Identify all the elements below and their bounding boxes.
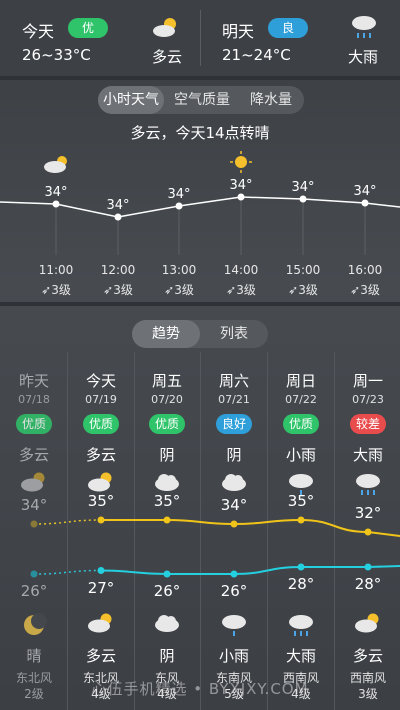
hour-temp-label: 34° — [44, 185, 67, 200]
high-temp-line — [101, 518, 400, 537]
forecast-tabs: 趋势 列表 — [132, 320, 268, 348]
hour-temp-point — [52, 200, 60, 208]
high-past-line — [33, 519, 102, 525]
tomorrow-aq-badge: 良 — [268, 18, 308, 38]
hour-wind-level: 3级 — [236, 283, 256, 297]
wind-direction-icon: ➶ — [350, 283, 361, 297]
hourly-summary: 多云，今天14点转晴 — [130, 124, 270, 142]
today-weather: 多云 — [152, 48, 183, 66]
sunny-hour-icon — [230, 151, 252, 173]
heavy-rain-icon — [350, 14, 378, 44]
tomorrow-range: 21~24°C — [222, 46, 291, 64]
wind-direction-icon: ➶ — [103, 283, 114, 297]
hourly-temp-line — [0, 196, 400, 218]
wind-direction-icon: ➶ — [41, 283, 52, 297]
hour-time-label: 15:00 — [285, 263, 321, 277]
low-temp-point — [230, 570, 238, 578]
hour-temp-point — [175, 202, 183, 210]
tab-list[interactable]: 列表 — [200, 320, 268, 348]
hourly-tabs: 小时天气 空气质量 降水量 — [98, 86, 304, 114]
hour-time-label: 16:00 — [347, 263, 383, 277]
high-temp-point — [163, 516, 171, 524]
low-temp-point — [30, 570, 38, 578]
hour-temp-point — [299, 195, 307, 203]
hour-time-label: 11:00 — [38, 263, 74, 277]
low-temp-point — [97, 567, 105, 574]
hour-temp-label: 34° — [291, 180, 314, 195]
hour-temp-point — [237, 193, 245, 201]
low-temp-line — [100, 565, 400, 575]
hour-temp-label: 34° — [353, 184, 376, 199]
hour-wind-level: 3级 — [298, 283, 318, 297]
today-range: 26~33°C — [22, 46, 91, 64]
forecast-trend-chart — [30, 516, 400, 578]
hour-wind-level: 3级 — [360, 283, 380, 297]
hourly-chart: 34° 34° 34° 34° 34° 34° — [0, 151, 400, 255]
partly-cloudy-icon — [152, 16, 180, 42]
hour-time-label: 14:00 — [223, 263, 259, 277]
tab-trend[interactable]: 趋势 — [132, 320, 200, 348]
tomorrow-weather: 大雨 — [348, 48, 379, 66]
hour-temp-point — [361, 199, 369, 207]
tab-air-quality[interactable]: 空气质量 — [166, 86, 238, 114]
hour-wind-level: 3级 — [174, 283, 194, 297]
wind-direction-icon: ➶ — [164, 283, 175, 297]
today-label: 今天 — [22, 22, 55, 41]
low-temp-point — [297, 563, 305, 571]
high-temp-point — [30, 520, 38, 528]
low-temp-point — [364, 563, 372, 571]
hour-time-label: 12:00 — [100, 263, 136, 277]
hour-wind: ➶3级 — [88, 281, 148, 298]
hour-wind: ➶3级 — [335, 281, 395, 298]
tomorrow-label: 明天 — [222, 22, 255, 41]
hour-wind: ➶3级 — [211, 281, 271, 298]
wind-direction-icon: ➶ — [226, 283, 237, 297]
hour-wind: ➶3级 — [273, 281, 333, 298]
wind-direction-icon: ➶ — [288, 283, 299, 297]
hour-wind-level: 3级 — [113, 283, 133, 297]
low-past-line — [33, 569, 102, 575]
hour-wind-level: 3级 — [51, 283, 71, 297]
hour-wind: ➶3级 — [26, 281, 86, 298]
high-temp-point — [97, 516, 105, 524]
today-aq-badge: 优 — [68, 18, 108, 38]
hour-wind: ➶3级 — [149, 281, 209, 298]
watermark: 心伍手机精选 • BYXJXY.COM — [91, 680, 309, 698]
low-temp-point — [163, 570, 171, 578]
separator — [0, 76, 400, 80]
hour-temp-label: 34° — [167, 187, 190, 202]
hour-time-label: 13:00 — [161, 263, 197, 277]
summary-divider — [200, 10, 201, 66]
hour-temp-point — [114, 213, 122, 221]
cloudy-hour-icon — [44, 156, 67, 173]
high-temp-point — [364, 528, 372, 536]
hour-temp-label: 34° — [106, 198, 129, 213]
high-temp-point — [230, 520, 238, 528]
separator — [0, 302, 400, 306]
today-tomorrow-summary: 今天 优 26~33°C 多云 明天 良 21~24°C 大雨 — [0, 0, 400, 76]
tab-hourly-weather[interactable]: 小时天气 — [98, 86, 164, 114]
tab-precipitation[interactable]: 降水量 — [238, 86, 304, 114]
hour-temp-label: 34° — [229, 178, 252, 193]
high-temp-point — [297, 516, 305, 524]
